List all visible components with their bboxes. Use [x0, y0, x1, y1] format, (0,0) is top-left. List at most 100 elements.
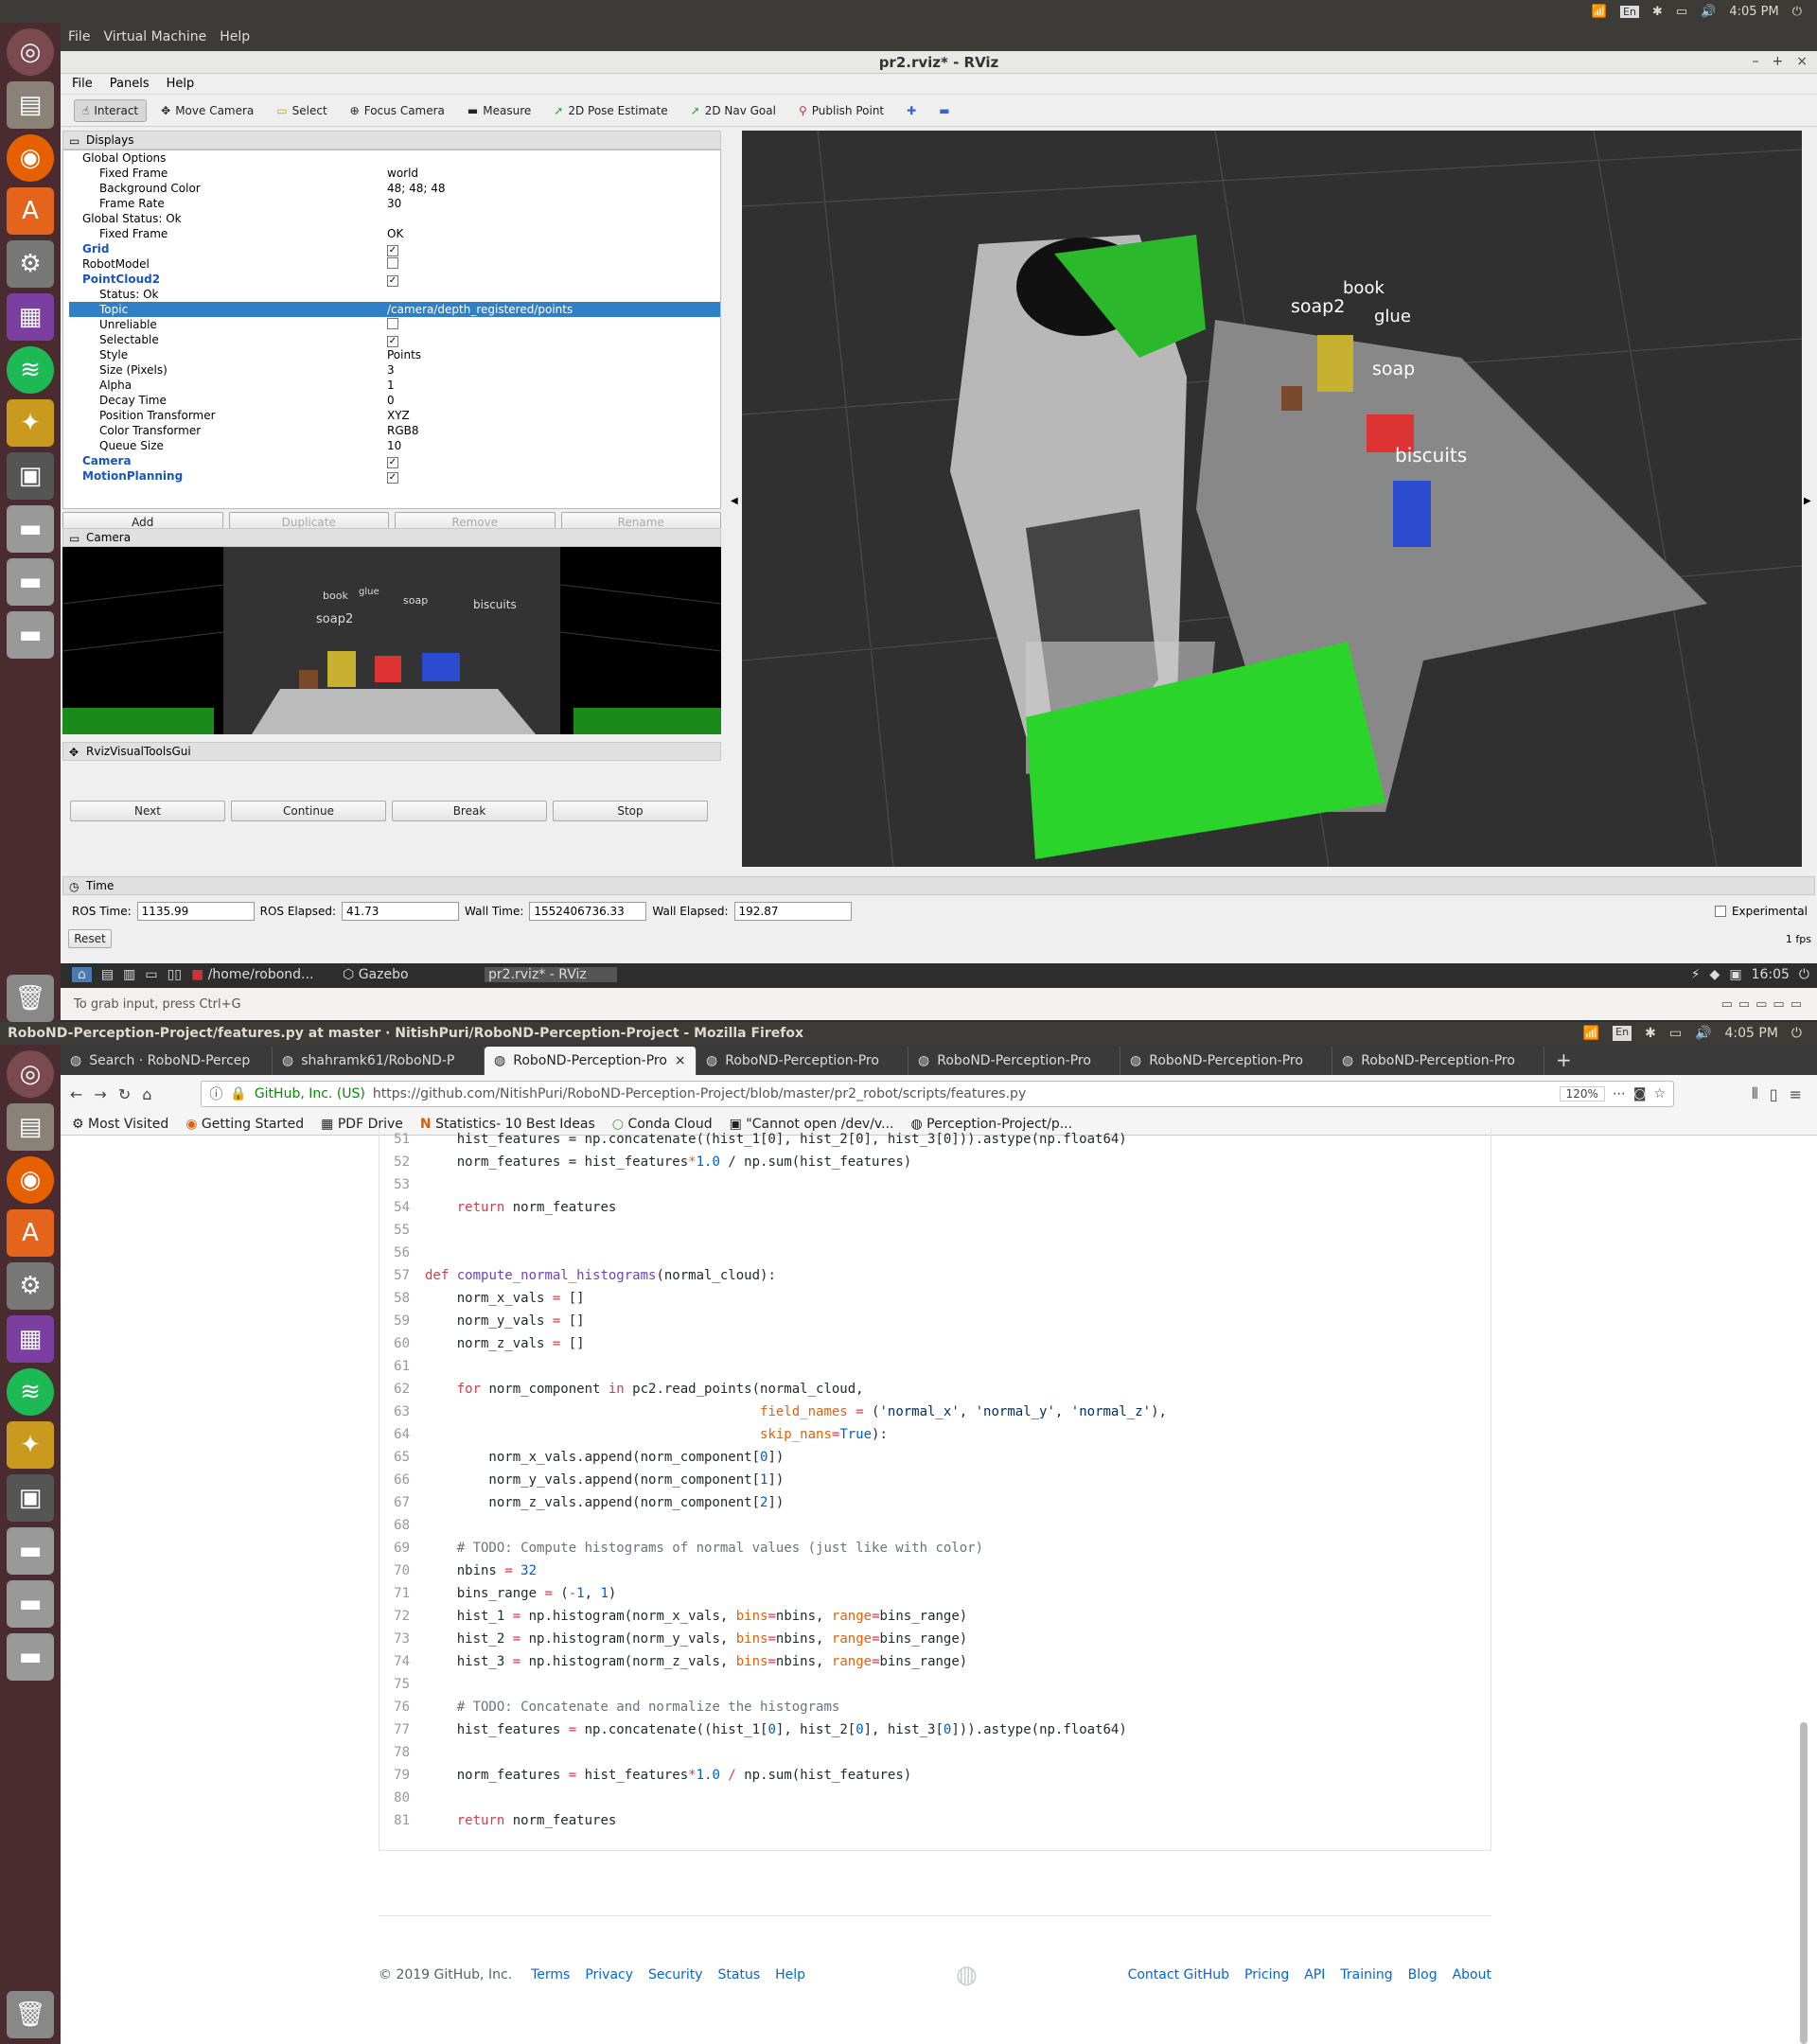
tool-2d-nav-goal[interactable]: ➚ 2D Nav Goal — [682, 99, 785, 122]
line-number[interactable]: 73 — [379, 1631, 425, 1647]
tab-shahramk61[interactable]: ◍ shahramk61/RoboND-P — [273, 1047, 485, 1075]
display-row[interactable]: Fixed Frame world — [69, 166, 720, 181]
update-icon[interactable]: ◆ — [1710, 967, 1720, 982]
task-terminal[interactable]: ■ /home/robond... — [191, 967, 333, 982]
forward-icon[interactable]: → — [94, 1085, 106, 1103]
collapse-left-arrow-icon[interactable]: ◀ — [731, 496, 738, 506]
footer-privacy[interactable]: Privacy — [585, 1967, 633, 1982]
bluetooth-icon[interactable]: ✱ — [1645, 1026, 1656, 1041]
line-number[interactable]: 58 — [379, 1291, 425, 1306]
spotify-icon[interactable]: ≋ — [7, 346, 54, 394]
footer-pricing[interactable]: Pricing — [1244, 1967, 1289, 1982]
settings-icon[interactable]: ⚙ — [7, 1262, 54, 1310]
spotify-icon[interactable]: ≋ — [7, 1368, 54, 1416]
display-enable-checkbox[interactable]: ✓ — [387, 244, 398, 256]
shutdown-icon[interactable]: ⏻ — [1799, 967, 1809, 982]
firefox-icon[interactable]: ◉ — [7, 134, 54, 182]
line-number[interactable]: 68 — [379, 1518, 425, 1533]
line-number[interactable]: 56 — [379, 1245, 425, 1260]
line-number[interactable]: 51 — [379, 1132, 425, 1147]
display-row[interactable]: Unreliable — [69, 317, 720, 332]
power-icon[interactable]: ⏻ — [1791, 1026, 1802, 1041]
tab-robond-perception-5[interactable]: ◍ RoboND-Perception-Pro — [1332, 1047, 1544, 1075]
footer-blog[interactable]: Blog — [1408, 1967, 1438, 1982]
display-property-value[interactable]: ✓ — [387, 242, 720, 256]
wifi-icon[interactable]: 📶 — [1583, 1026, 1599, 1041]
footer-about[interactable]: About — [1453, 1967, 1491, 1982]
rviz-menu-file[interactable]: File — [72, 77, 93, 91]
display-row[interactable]: Frame Rate 30 — [69, 196, 720, 211]
tool-move-camera[interactable]: ✥ Move Camera — [152, 99, 262, 122]
display-enable-checkbox[interactable]: ✓ — [387, 274, 398, 287]
remove-tool-button[interactable]: ▬ — [930, 99, 958, 122]
page-actions-icon[interactable]: ⋯ — [1613, 1086, 1626, 1101]
line-number[interactable]: 70 — [379, 1563, 425, 1578]
collapse-right-arrow-icon[interactable]: ▶ — [1804, 496, 1811, 506]
display-row[interactable]: Queue Size 10 — [69, 438, 720, 453]
footer-training[interactable]: Training — [1340, 1967, 1392, 1982]
footer-terms[interactable]: Terms — [531, 1967, 570, 1982]
footer-contact[interactable]: Contact GitHub — [1128, 1967, 1229, 1982]
line-number[interactable]: 57 — [379, 1268, 425, 1283]
back-icon[interactable]: ← — [70, 1085, 82, 1103]
display-row[interactable]: Alpha 1 — [69, 378, 720, 393]
line-number[interactable]: 74 — [379, 1654, 425, 1669]
tool-select[interactable]: ▭ Select — [268, 99, 335, 122]
display-row[interactable]: MotionPlanning ✓ — [69, 468, 720, 484]
ubuntu-logo-icon[interactable]: ◎ — [7, 1050, 54, 1098]
drive-icon[interactable]: ▬ — [7, 1527, 54, 1575]
line-number[interactable]: 72 — [379, 1609, 425, 1624]
display-enable-checkbox[interactable] — [387, 317, 398, 329]
reset-button[interactable]: Reset — [68, 929, 112, 948]
minimize-icon[interactable]: – — [1753, 54, 1759, 69]
tool-measure[interactable]: ▬ Measure — [459, 99, 539, 122]
tab-robond-perception-4[interactable]: ◍ RoboND-Perception-Pro — [1120, 1047, 1332, 1075]
displays-tree[interactable]: Global Options Fixed Frame world Background… — [62, 150, 721, 509]
display-row[interactable]: Fixed Frame OK — [69, 226, 720, 241]
display-row[interactable]: Size (Pixels) 3 — [69, 362, 720, 378]
drive-icon[interactable]: ▬ — [7, 558, 54, 606]
workspace-pager-icon[interactable]: ▯▯ — [168, 967, 182, 982]
display-enable-checkbox[interactable] — [387, 256, 398, 269]
display-row[interactable]: Background Color 48; 48; 48 — [69, 181, 720, 196]
display-row[interactable]: Selectable ✓ — [69, 332, 720, 347]
info-icon[interactable]: ⓘ — [209, 1084, 222, 1103]
app-yellow-icon[interactable]: ✦ — [7, 1421, 54, 1469]
line-number[interactable]: 81 — [379, 1813, 425, 1828]
add-tool-button[interactable]: ✚ — [898, 99, 925, 122]
wall-elapsed-field[interactable]: 192.87 — [733, 902, 852, 921]
display-property-value[interactable]: ✓ — [387, 273, 720, 287]
line-number[interactable]: 53 — [379, 1177, 425, 1192]
line-number[interactable]: 71 — [379, 1586, 425, 1601]
system-clock[interactable]: 4:05 PM — [1725, 1026, 1778, 1041]
maximize-icon[interactable]: + — [1773, 54, 1784, 69]
footer-status[interactable]: Status — [718, 1967, 761, 1982]
drive-icon[interactable]: ▬ — [7, 1633, 54, 1681]
hamburger-menu-icon[interactable]: ≡ — [1790, 1085, 1802, 1103]
line-number[interactable]: 75 — [379, 1677, 425, 1692]
footer-help[interactable]: Help — [775, 1967, 805, 1982]
url-bar[interactable]: ⓘ 🔒 GitHub, Inc. (US) https://github.com… — [201, 1081, 1675, 1107]
rviz-menu-panels[interactable]: Panels — [110, 77, 150, 91]
display-enable-checkbox[interactable]: ✓ — [387, 471, 398, 484]
display-row[interactable]: RobotModel — [69, 256, 720, 272]
display-row[interactable]: Grid ✓ — [69, 241, 720, 256]
volume-icon[interactable]: 🔊 — [1701, 5, 1716, 19]
line-number[interactable]: 61 — [379, 1359, 425, 1374]
network-icon[interactable]: ⚡ — [1691, 967, 1701, 982]
tab-search-robond[interactable]: ◍ Search · RoboND-Percep — [61, 1047, 273, 1075]
rviz-menu-help[interactable]: Help — [167, 77, 195, 91]
tool-publish-point[interactable]: ⚲ Publish Point — [790, 99, 892, 122]
battery-icon[interactable]: ▭ — [1676, 5, 1687, 19]
vm-menu-file[interactable]: File — [68, 29, 90, 44]
files-icon[interactable]: ▤ — [7, 1103, 54, 1151]
line-number[interactable]: 62 — [379, 1382, 425, 1397]
software-center-icon[interactable]: A — [7, 187, 54, 235]
file-manager-icon[interactable]: ▥ — [123, 967, 135, 982]
bluetooth-icon[interactable]: ✱ — [1652, 5, 1663, 19]
ubuntu-logo-icon[interactable]: ◎ — [7, 28, 54, 76]
app-purple-icon[interactable]: ▦ — [7, 1315, 54, 1363]
footer-api[interactable]: API — [1304, 1967, 1325, 1982]
vm-menu-virtual-machine[interactable]: Virtual Machine — [103, 29, 206, 44]
next-button[interactable]: Next — [70, 801, 225, 821]
